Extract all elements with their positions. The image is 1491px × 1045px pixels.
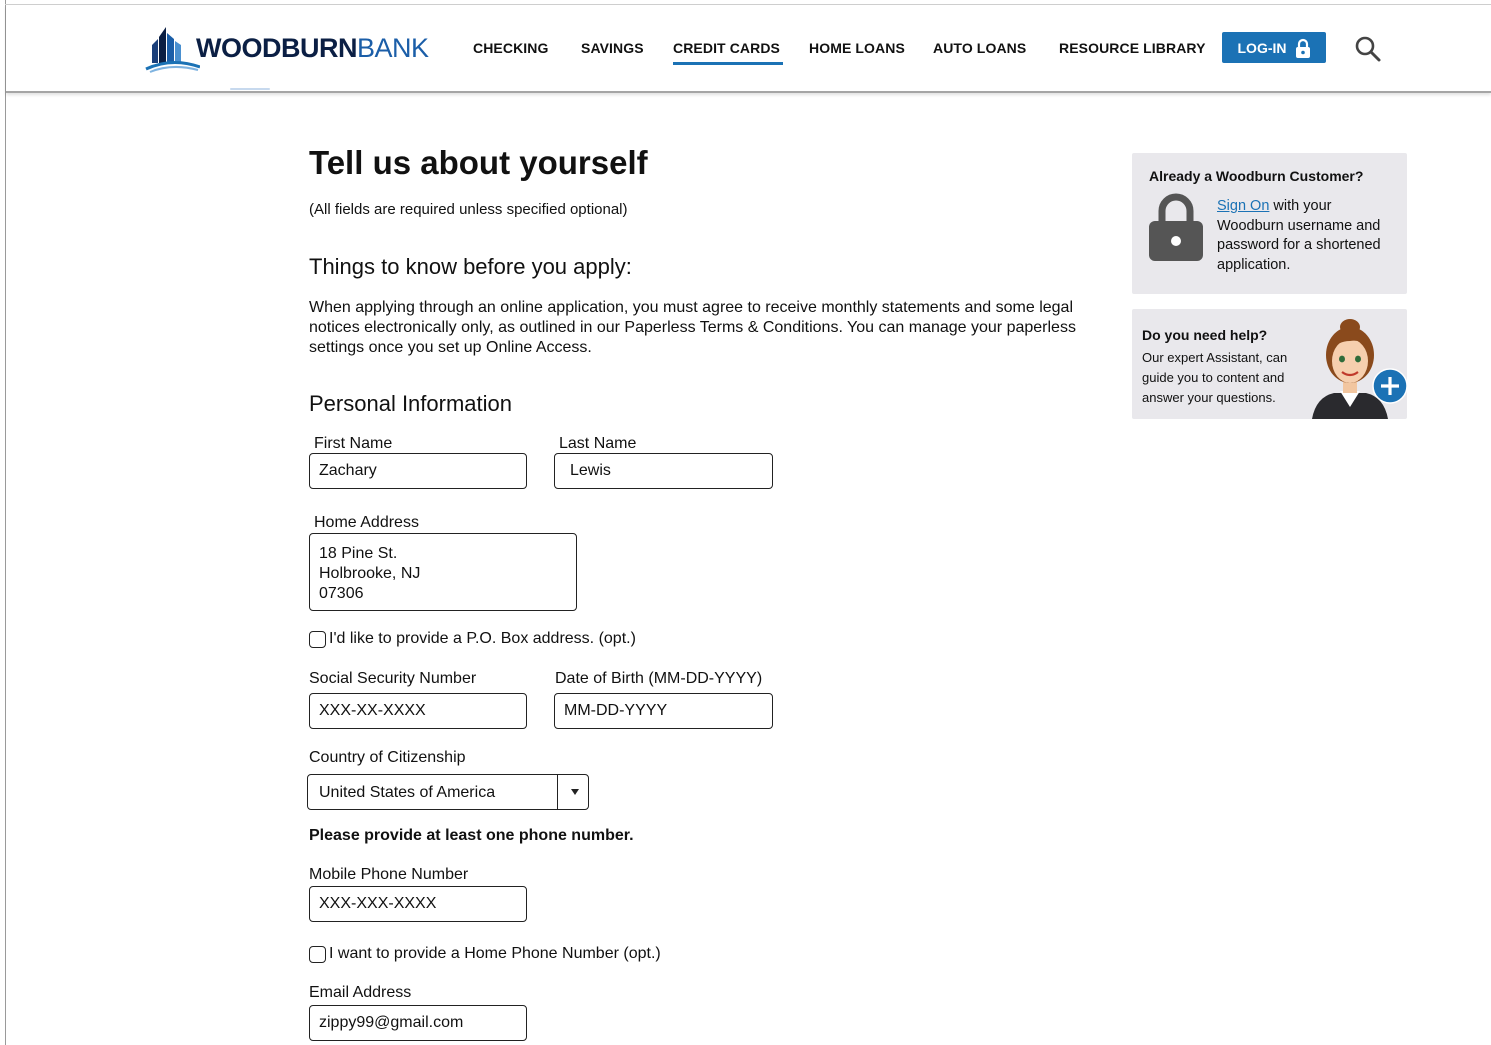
po-box-label: I'd like to provide a P.O. Box address. … xyxy=(329,630,636,647)
personal-info-heading: Personal Information xyxy=(309,391,512,416)
ssn-field[interactable] xyxy=(309,693,527,729)
customer-card-body: Sign On with your Woodburn username and … xyxy=(1217,197,1397,275)
brand-name-light: BANK xyxy=(356,33,429,63)
po-box-option[interactable]: I'd like to provide a P.O. Box address. … xyxy=(309,630,636,648)
nav-home-loans[interactable]: HOME LOANS xyxy=(809,40,905,56)
email-label: Email Address xyxy=(309,984,412,1001)
home-address-field[interactable]: 18 Pine St. Holbrooke, NJ 07306 xyxy=(309,533,577,611)
brand-name: WOODBURNBANK xyxy=(196,33,429,64)
plus-icon[interactable] xyxy=(1372,368,1407,404)
phone-note: Please provide at least one phone number… xyxy=(309,827,634,844)
login-label: LOG-IN xyxy=(1237,39,1287,56)
email-field[interactable] xyxy=(309,1005,527,1041)
things-text: When applying through an online applicat… xyxy=(309,299,1076,356)
customer-card-title: Already a Woodburn Customer? xyxy=(1149,168,1364,184)
nav-checking[interactable]: CHECKING xyxy=(473,40,548,56)
first-name-field[interactable] xyxy=(309,453,527,489)
required-note: (All fields are required unless specifie… xyxy=(309,201,628,218)
page-title: Tell us about yourself xyxy=(309,144,648,181)
citizenship-label: Country of Citizenship xyxy=(309,749,466,766)
nav-savings[interactable]: SAVINGS xyxy=(581,40,644,56)
lock-large-icon xyxy=(1149,193,1203,261)
chevron-down-icon[interactable] xyxy=(570,788,580,796)
home-address-label: Home Address xyxy=(314,514,419,531)
bank-logo-icon xyxy=(145,27,200,73)
things-heading: Things to know before you apply: xyxy=(309,254,632,279)
dob-field[interactable] xyxy=(554,693,773,729)
home-phone-option[interactable]: I want to provide a Home Phone Number (o… xyxy=(309,945,661,963)
search-icon[interactable] xyxy=(1354,35,1382,63)
nav-resource-library[interactable]: RESOURCE LIBRARY xyxy=(1059,40,1206,56)
nav-auto-loans[interactable]: AUTO LOANS xyxy=(933,40,1026,56)
brand-name-bold: WOODBURN xyxy=(196,33,357,63)
help-card[interactable]: Do you need help? Our expert Assistant, … xyxy=(1132,309,1407,419)
last-name-field[interactable] xyxy=(554,453,773,489)
po-box-checkbox[interactable] xyxy=(309,630,326,648)
select-divider xyxy=(557,775,558,809)
last-name-label: Last Name xyxy=(559,435,637,452)
header-accent-line xyxy=(230,88,270,90)
site-header: WOODBURNBANK CHECKING SAVINGS CREDIT CAR… xyxy=(6,5,1491,93)
first-name-label: First Name xyxy=(314,435,393,452)
bank-logo[interactable]: WOODBURNBANK xyxy=(144,23,444,75)
dob-label: Date of Birth (MM-DD-YYYY) xyxy=(555,670,763,687)
existing-customer-card: Already a Woodburn Customer? Sign On wit… xyxy=(1132,153,1407,294)
lock-icon xyxy=(1295,38,1310,58)
nav-credit-cards[interactable]: CREDIT CARDS xyxy=(673,40,783,65)
login-button[interactable]: LOG-IN xyxy=(1222,32,1326,63)
mobile-phone-label: Mobile Phone Number xyxy=(309,866,469,883)
home-phone-checkbox[interactable] xyxy=(309,945,326,963)
page-frame-left xyxy=(5,0,6,1045)
sign-on-link[interactable]: Sign On xyxy=(1217,198,1269,214)
citizenship-select[interactable]: United States of America xyxy=(307,774,589,810)
ssn-label: Social Security Number xyxy=(309,670,477,687)
mobile-phone-field[interactable] xyxy=(309,886,527,922)
help-card-body: Our expert Assistant, can guide you to c… xyxy=(1142,350,1288,405)
citizenship-selected: United States of America xyxy=(319,784,496,801)
help-card-title: Do you need help? xyxy=(1142,327,1268,343)
home-phone-label: I want to provide a Home Phone Number (o… xyxy=(329,945,661,962)
